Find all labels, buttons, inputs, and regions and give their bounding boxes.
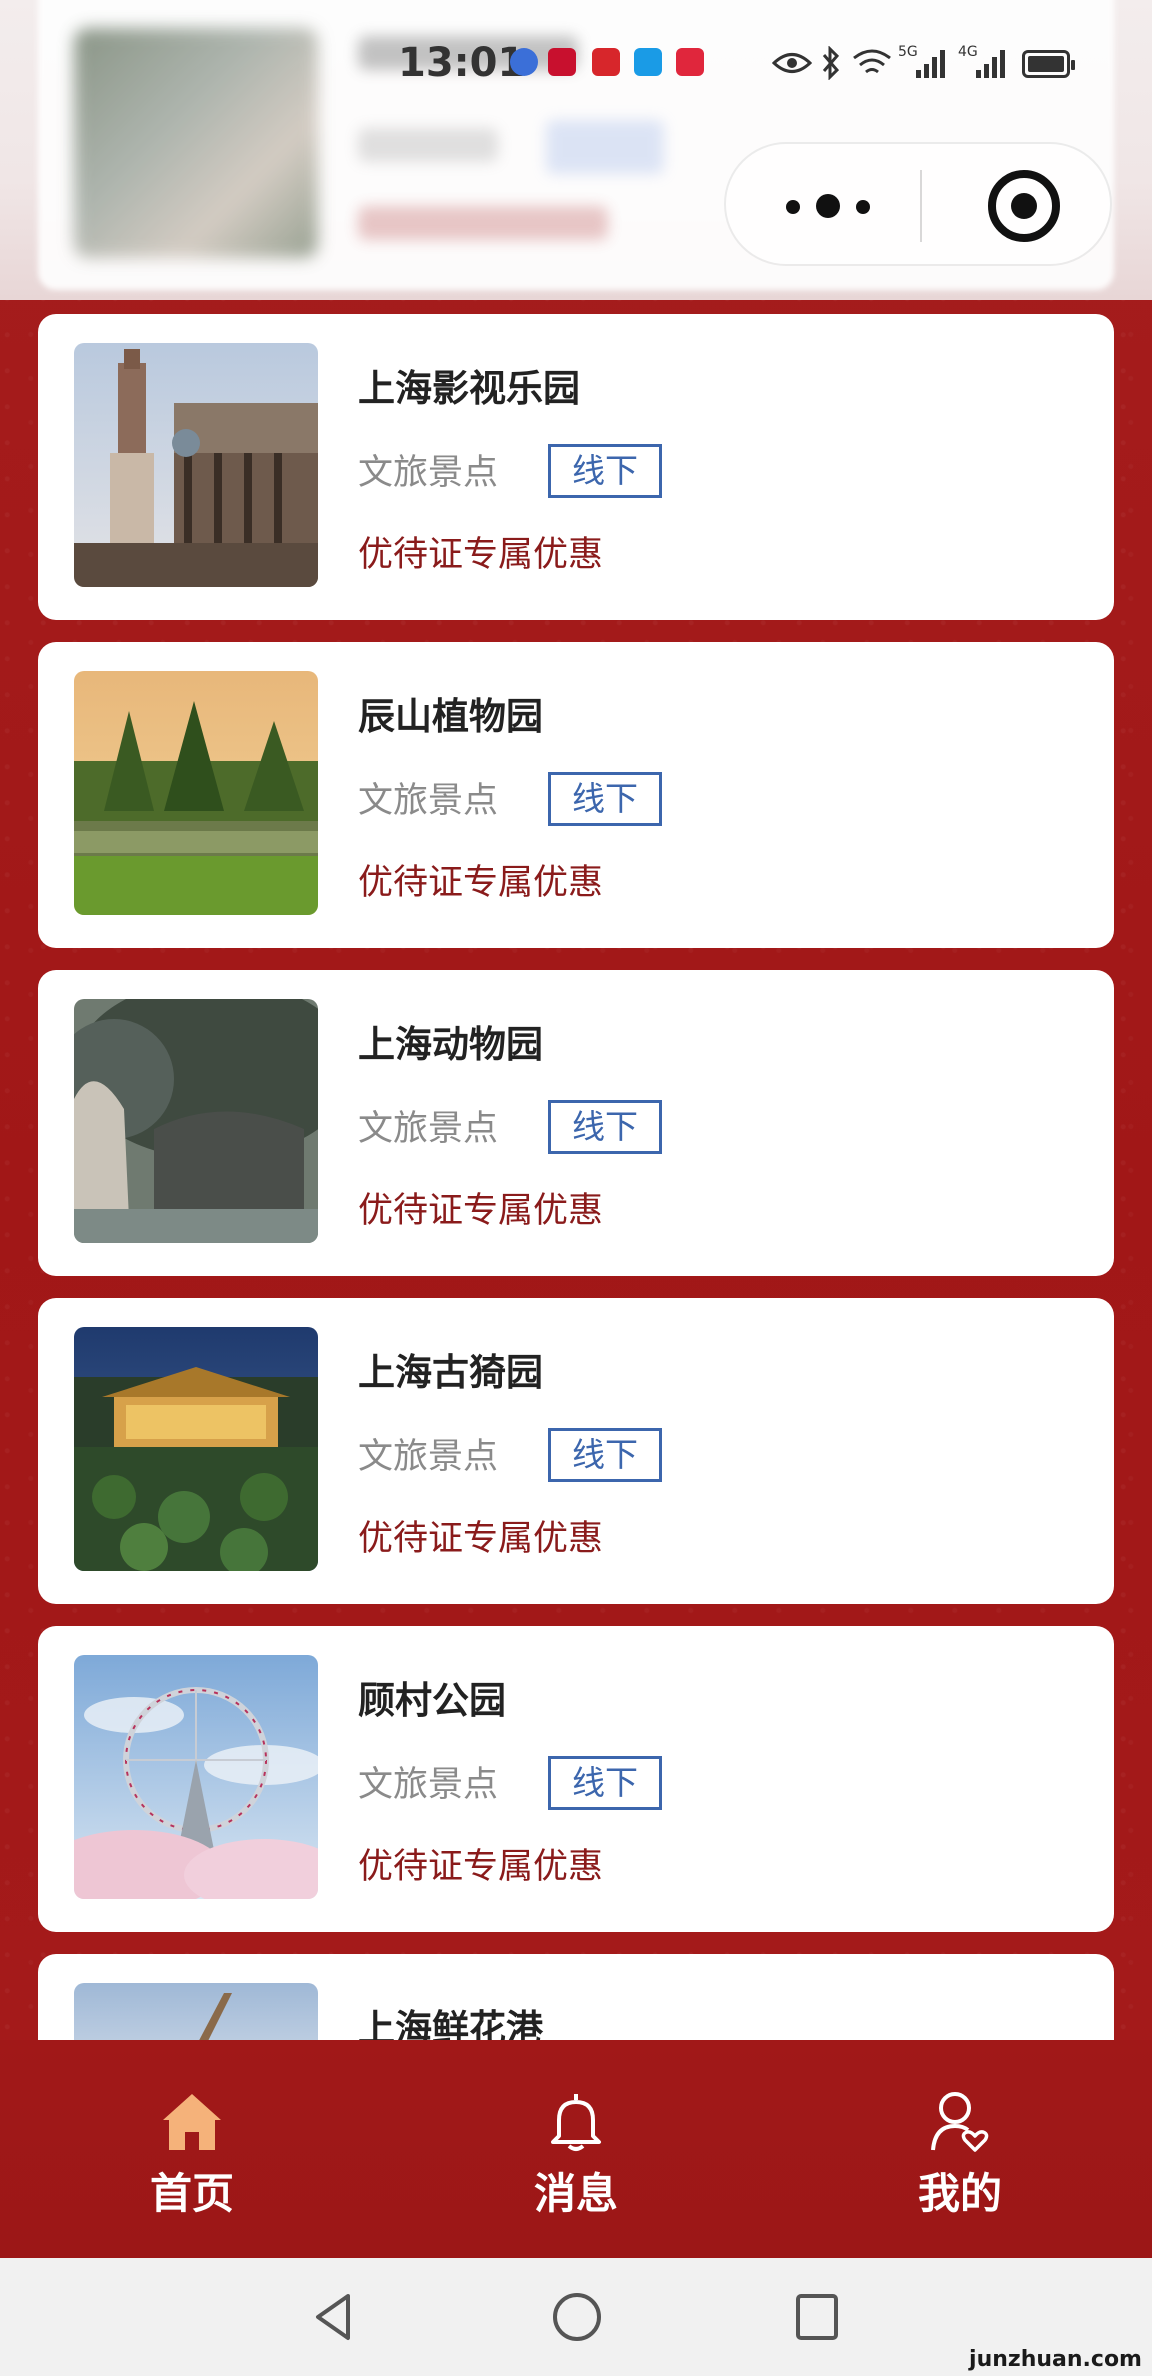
attraction-promo: 优待证专属优惠 [358, 1847, 604, 1887]
attraction-card[interactable]: 上海影视乐园 文旅景点 线下 优待证专属优惠 [38, 314, 1114, 620]
offline-tag: 线下 [548, 1100, 662, 1154]
close-miniprogram-icon[interactable] [984, 166, 1064, 246]
system-navigation-bar: junzhuan.com [0, 2258, 1152, 2376]
watermark: junzhuan.com [969, 2347, 1142, 2372]
eye-icon [772, 53, 812, 73]
tab-home[interactable]: 首页 [0, 2040, 384, 2258]
back-icon[interactable] [308, 2290, 358, 2344]
attraction-promo: 优待证专属优惠 [358, 863, 604, 903]
attraction-thumbnail [74, 343, 318, 587]
more-menu-button[interactable] [786, 188, 876, 224]
bluetooth-icon [822, 46, 840, 80]
attraction-category: 文旅景点 [358, 1765, 499, 1805]
signal-icon-1 [916, 50, 945, 78]
bottom-tab-bar: 首页 消息 我的 [0, 2040, 1152, 2258]
tab-messages-label: 消息 [533, 2169, 618, 2218]
recents-icon[interactable] [792, 2290, 842, 2344]
miniprogram-capsule [724, 142, 1112, 266]
attraction-promo: 优待证专属优惠 [358, 1191, 604, 1231]
attraction-thumbnail [74, 999, 318, 1243]
user-heart-icon [931, 2092, 989, 2152]
glasses-icon [592, 48, 620, 76]
attraction-category: 文旅景点 [358, 453, 499, 493]
offline-tag: 线下 [548, 1428, 662, 1482]
attraction-title: 顾村公园 [358, 1679, 506, 1722]
home-nav-icon[interactable] [550, 2290, 604, 2344]
attraction-card[interactable]: 上海鲜花港 [38, 1954, 1114, 2040]
tab-messages[interactable]: 消息 [384, 2040, 768, 2258]
attraction-promo: 优待证专属优惠 [358, 1519, 604, 1559]
bell-icon [551, 2094, 601, 2151]
offline-tag: 线下 [548, 1756, 662, 1810]
dongxing-icon [676, 48, 704, 76]
attraction-category: 文旅景点 [358, 781, 499, 821]
attraction-promo: 优待证专属优惠 [358, 535, 604, 575]
tab-home-label: 首页 [149, 2169, 234, 2218]
ghost-promo [358, 206, 608, 240]
attraction-title: 辰山植物园 [358, 695, 543, 738]
ele-icon [634, 48, 662, 76]
tab-mine-label: 我的 [917, 2169, 1002, 2218]
attraction-title: 上海古猗园 [358, 1351, 543, 1394]
wifi-icon [853, 49, 891, 74]
attraction-thumbnail [74, 1983, 318, 2040]
attraction-card[interactable]: 上海动物园 文旅景点 线下 优待证专属优惠 [38, 970, 1114, 1276]
home-icon [163, 2094, 221, 2150]
battery-icon [1022, 50, 1075, 78]
tmall-icon [548, 48, 576, 76]
status-time: 13:01 [398, 40, 526, 86]
attraction-category: 文旅景点 [358, 1109, 499, 1149]
offline-tag: 线下 [548, 772, 662, 826]
attraction-thumbnail [74, 1327, 318, 1571]
attraction-card[interactable]: 辰山植物园 文旅景点 线下 优待证专属优惠 [38, 642, 1114, 948]
attraction-title: 上海影视乐园 [358, 367, 580, 410]
attraction-title: 上海动物园 [358, 1023, 543, 1066]
attraction-card[interactable]: 顾村公园 文旅景点 线下 优待证专属优惠 [38, 1626, 1114, 1932]
attraction-category: 文旅景点 [358, 1437, 499, 1477]
tab-mine[interactable]: 我的 [768, 2040, 1152, 2258]
attraction-card[interactable]: 上海古猗园 文旅景点 线下 优待证专属优惠 [38, 1298, 1114, 1604]
offline-tag: 线下 [548, 444, 662, 498]
attraction-thumbnail [74, 671, 318, 915]
attraction-title: 上海鲜花港 [358, 2007, 543, 2040]
status-bar: 13:01 5G 4G [0, 0, 1152, 134]
capsule-divider [920, 170, 922, 242]
music-icon [510, 48, 538, 76]
attraction-thumbnail [74, 1655, 318, 1899]
signal-icon-2 [976, 50, 1005, 78]
